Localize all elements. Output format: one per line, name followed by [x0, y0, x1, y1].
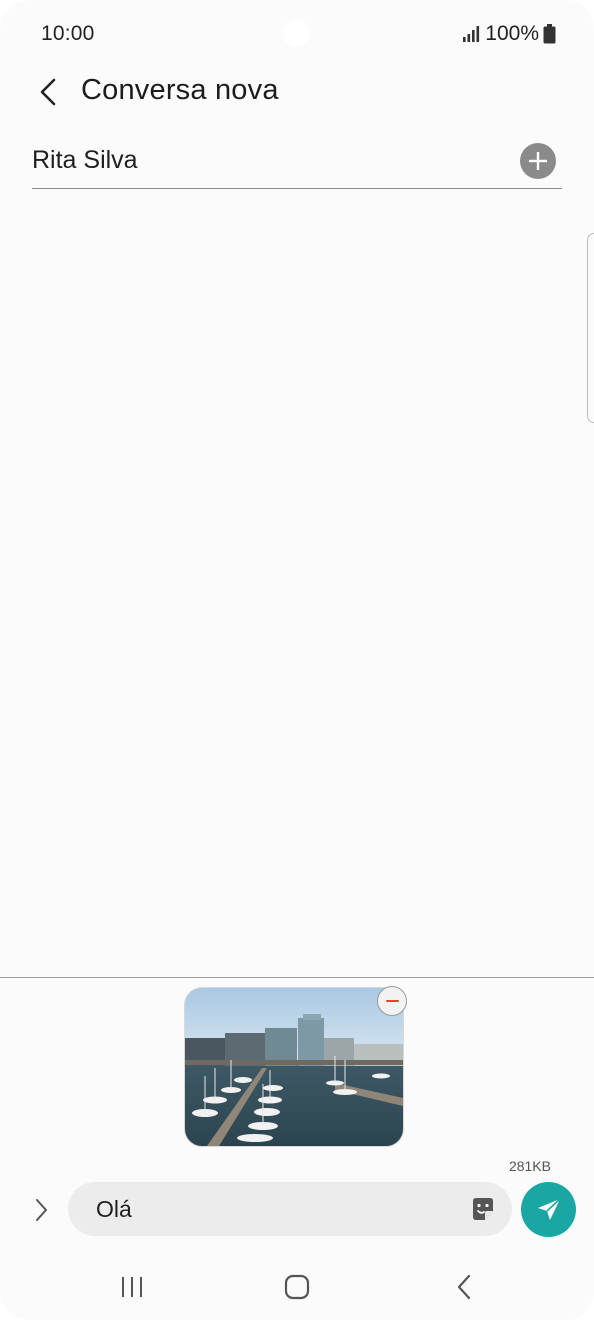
chevron-left-icon	[40, 78, 56, 106]
compose-divider	[0, 977, 594, 978]
recents-button[interactable]	[112, 1272, 152, 1302]
home-icon	[284, 1274, 310, 1300]
chevron-right-icon	[36, 1199, 47, 1221]
battery-percent: 100%	[485, 22, 539, 45]
send-button[interactable]	[521, 1182, 576, 1237]
plus-icon	[529, 152, 547, 170]
status-time: 10:00	[41, 22, 95, 45]
back-icon	[457, 1274, 471, 1300]
status-bar: 10:00 100%	[0, 0, 594, 70]
home-button[interactable]	[280, 1270, 314, 1304]
status-indicators: 100%	[463, 22, 556, 46]
sticker-button[interactable]	[468, 1194, 498, 1224]
minus-icon	[385, 999, 399, 1003]
edge-panel-handle[interactable]	[587, 233, 594, 423]
phone-screen: 10:00 100% Conversa nova Rita Silva 281K…	[0, 0, 594, 1320]
system-back-button[interactable]	[447, 1270, 481, 1304]
harbor-photo	[185, 988, 403, 1146]
battery-icon	[543, 24, 556, 44]
recipient-field[interactable]: Rita Silva	[32, 140, 562, 189]
page-title: Conversa nova	[81, 74, 279, 106]
back-button[interactable]	[28, 72, 68, 112]
expand-options-button[interactable]	[26, 1195, 56, 1225]
recipient-name: Rita Silva	[32, 146, 138, 174]
recents-icon	[122, 1277, 142, 1297]
navigation-bar	[0, 1250, 594, 1320]
app-header: Conversa nova	[0, 62, 594, 122]
message-text[interactable]: Olá	[96, 1196, 132, 1223]
attachment-size: 281KB	[508, 1158, 551, 1174]
send-icon	[537, 1197, 561, 1220]
signal-icon	[463, 26, 480, 42]
add-recipient-button[interactable]	[520, 143, 556, 179]
message-input[interactable]: Olá	[68, 1182, 512, 1236]
remove-attachment-button[interactable]	[377, 986, 407, 1016]
sticker-icon	[473, 1198, 493, 1220]
attached-image-thumbnail[interactable]	[184, 987, 404, 1147]
front-camera	[283, 20, 310, 47]
